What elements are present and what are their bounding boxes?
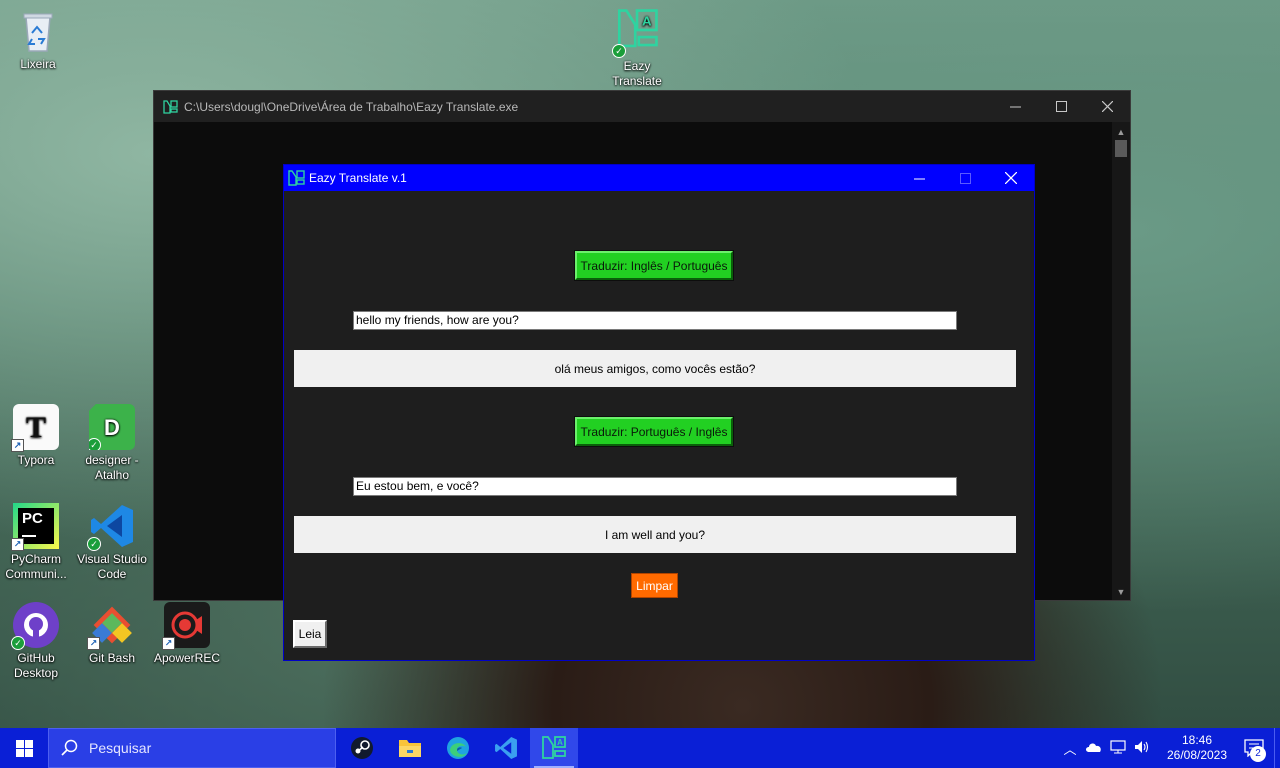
desktop-icon-label: designer - Atalho bbox=[85, 453, 139, 482]
desktop-icon-github-desktop[interactable]: ✓ GitHub Desktop bbox=[0, 602, 74, 681]
maximize-button[interactable] bbox=[1038, 91, 1084, 122]
desktop-icon-label: ApowerREC bbox=[153, 651, 221, 665]
shortcut-arrow-icon: ↗ bbox=[11, 439, 24, 452]
windows-logo-icon bbox=[15, 739, 33, 757]
edge-icon bbox=[447, 737, 469, 759]
portuguese-output: olá meus amigos, como vocês estão? bbox=[294, 350, 1016, 387]
desktop-icon-label: GitHub Desktop bbox=[13, 651, 59, 680]
sync-check-icon: ✓ bbox=[11, 636, 25, 650]
clock-time: 18:46 bbox=[1181, 733, 1213, 747]
typora-icon: T ↗ bbox=[11, 404, 59, 452]
shortcut-arrow-icon: ↗ bbox=[87, 637, 100, 650]
close-button[interactable] bbox=[1084, 91, 1130, 122]
desktop-icon-git-bash[interactable]: ↗ Git Bash bbox=[74, 602, 150, 666]
apowerrec-icon: ↗ bbox=[162, 602, 210, 650]
desktop-icon-label: Visual Studio Code bbox=[77, 552, 147, 581]
console-app-icon bbox=[163, 99, 178, 114]
minimize-button[interactable] bbox=[992, 91, 1038, 122]
console-scrollbar[interactable]: ▲ ▼ bbox=[1112, 122, 1130, 600]
taskbar: Pesquisar A ︿ 18:46 26/08/2023 2 bbox=[0, 728, 1280, 768]
start-button[interactable] bbox=[0, 728, 48, 768]
scroll-up-icon[interactable]: ▲ bbox=[1112, 124, 1130, 140]
sync-check-icon: ✓ bbox=[89, 438, 101, 450]
notification-count-badge: 2 bbox=[1250, 746, 1266, 762]
show-desktop-button[interactable] bbox=[1274, 728, 1280, 768]
volume-icon[interactable] bbox=[1130, 740, 1154, 757]
pycharm-icon: PC ↗ bbox=[11, 503, 59, 551]
svg-text:A: A bbox=[642, 14, 652, 29]
desktop-icon-label: Typora bbox=[17, 453, 55, 467]
desktop-icon-eazy-translate[interactable]: A ✓ Eazy Translate bbox=[599, 4, 675, 89]
clock-date: 26/08/2023 bbox=[1166, 748, 1228, 762]
shortcut-arrow-icon: ↗ bbox=[162, 637, 175, 650]
desktop-icon-label: Lixeira bbox=[20, 57, 56, 71]
english-input[interactable]: hello my friends, how are you? bbox=[353, 311, 957, 330]
search-icon bbox=[61, 739, 78, 756]
desktop-icon-label: Eazy Translate bbox=[612, 59, 662, 88]
desktop-icon-typora[interactable]: T ↗ Typora bbox=[0, 404, 74, 468]
desktop-icon-label: Git Bash bbox=[88, 651, 136, 665]
taskbar-vscode[interactable] bbox=[482, 728, 530, 768]
taskbar-eazy-translate[interactable]: A bbox=[530, 728, 578, 768]
scroll-thumb[interactable] bbox=[1115, 140, 1127, 157]
eazy-translate-window: Eazy Translate v.1 Traduzir: Inglês / Po… bbox=[283, 164, 1035, 661]
translate-en-pt-button[interactable]: Traduzir: Inglês / Português bbox=[575, 251, 733, 280]
git-bash-icon: ↗ bbox=[87, 602, 135, 650]
system-tray: ︿ 18:46 26/08/2023 2 bbox=[1058, 728, 1280, 768]
taskbar-file-explorer[interactable] bbox=[386, 728, 434, 768]
onedrive-cloud-icon[interactable] bbox=[1082, 741, 1106, 756]
designer-icon: D ✓ bbox=[89, 404, 135, 450]
desktop-icon-label: PyCharm Communi... bbox=[5, 552, 67, 581]
console-title: C:\Users\dougl\OneDrive\Área de Trabalho… bbox=[184, 99, 519, 114]
clear-button[interactable]: Limpar bbox=[631, 573, 678, 598]
taskbar-search[interactable]: Pesquisar bbox=[48, 728, 336, 768]
portuguese-input[interactable]: Eu estou bem, e você? bbox=[353, 477, 957, 496]
desktop-icon-designer[interactable]: D ✓ designer - Atalho bbox=[74, 404, 150, 483]
vscode-icon: ✓ bbox=[87, 503, 135, 551]
taskbar-steam[interactable] bbox=[338, 728, 386, 768]
sync-check-icon: ✓ bbox=[87, 537, 101, 551]
shortcut-arrow-icon: ↗ bbox=[11, 538, 24, 551]
eazy-translate-icon: A bbox=[542, 736, 566, 759]
scroll-down-icon[interactable]: ▼ bbox=[1112, 584, 1130, 600]
taskbar-edge[interactable] bbox=[434, 728, 482, 768]
desktop-icon-recycle-bin[interactable]: Lixeira bbox=[0, 8, 76, 72]
eazy-translate-icon: A ✓ bbox=[612, 4, 660, 58]
desktop-icon-pycharm[interactable]: PC ↗ PyCharm Communi... bbox=[0, 503, 74, 582]
notification-center-button[interactable]: 2 bbox=[1234, 728, 1274, 768]
app-title: Eazy Translate v.1 bbox=[309, 171, 407, 185]
svg-text:A: A bbox=[557, 738, 563, 747]
desktop-icon-vscode[interactable]: ✓ Visual Studio Code bbox=[74, 503, 150, 582]
app-icon bbox=[288, 170, 305, 186]
close-button[interactable] bbox=[988, 165, 1034, 191]
english-output: I am well and you? bbox=[294, 516, 1016, 553]
console-titlebar[interactable]: C:\Users\dougl\OneDrive\Área de Trabalho… bbox=[154, 91, 1130, 122]
desktop-icon-apowerrec[interactable]: ↗ ApowerREC bbox=[149, 602, 225, 666]
sync-check-icon: ✓ bbox=[612, 44, 626, 58]
app-titlebar[interactable]: Eazy Translate v.1 bbox=[284, 165, 1034, 191]
network-icon[interactable] bbox=[1106, 739, 1130, 757]
taskbar-clock[interactable]: 18:46 26/08/2023 bbox=[1160, 733, 1234, 763]
file-explorer-icon bbox=[399, 740, 421, 757]
recycle-bin-icon bbox=[15, 8, 61, 54]
read-button[interactable]: Leia bbox=[293, 620, 327, 648]
steam-icon bbox=[351, 737, 373, 759]
translate-pt-en-button[interactable]: Traduzir: Português / Inglês bbox=[575, 417, 733, 446]
github-desktop-icon: ✓ bbox=[11, 602, 59, 650]
maximize-button bbox=[942, 165, 988, 191]
vscode-icon bbox=[495, 737, 517, 759]
minimize-button[interactable] bbox=[896, 165, 942, 191]
search-placeholder: Pesquisar bbox=[89, 740, 152, 756]
chevron-up-icon[interactable]: ︿ bbox=[1058, 739, 1082, 758]
